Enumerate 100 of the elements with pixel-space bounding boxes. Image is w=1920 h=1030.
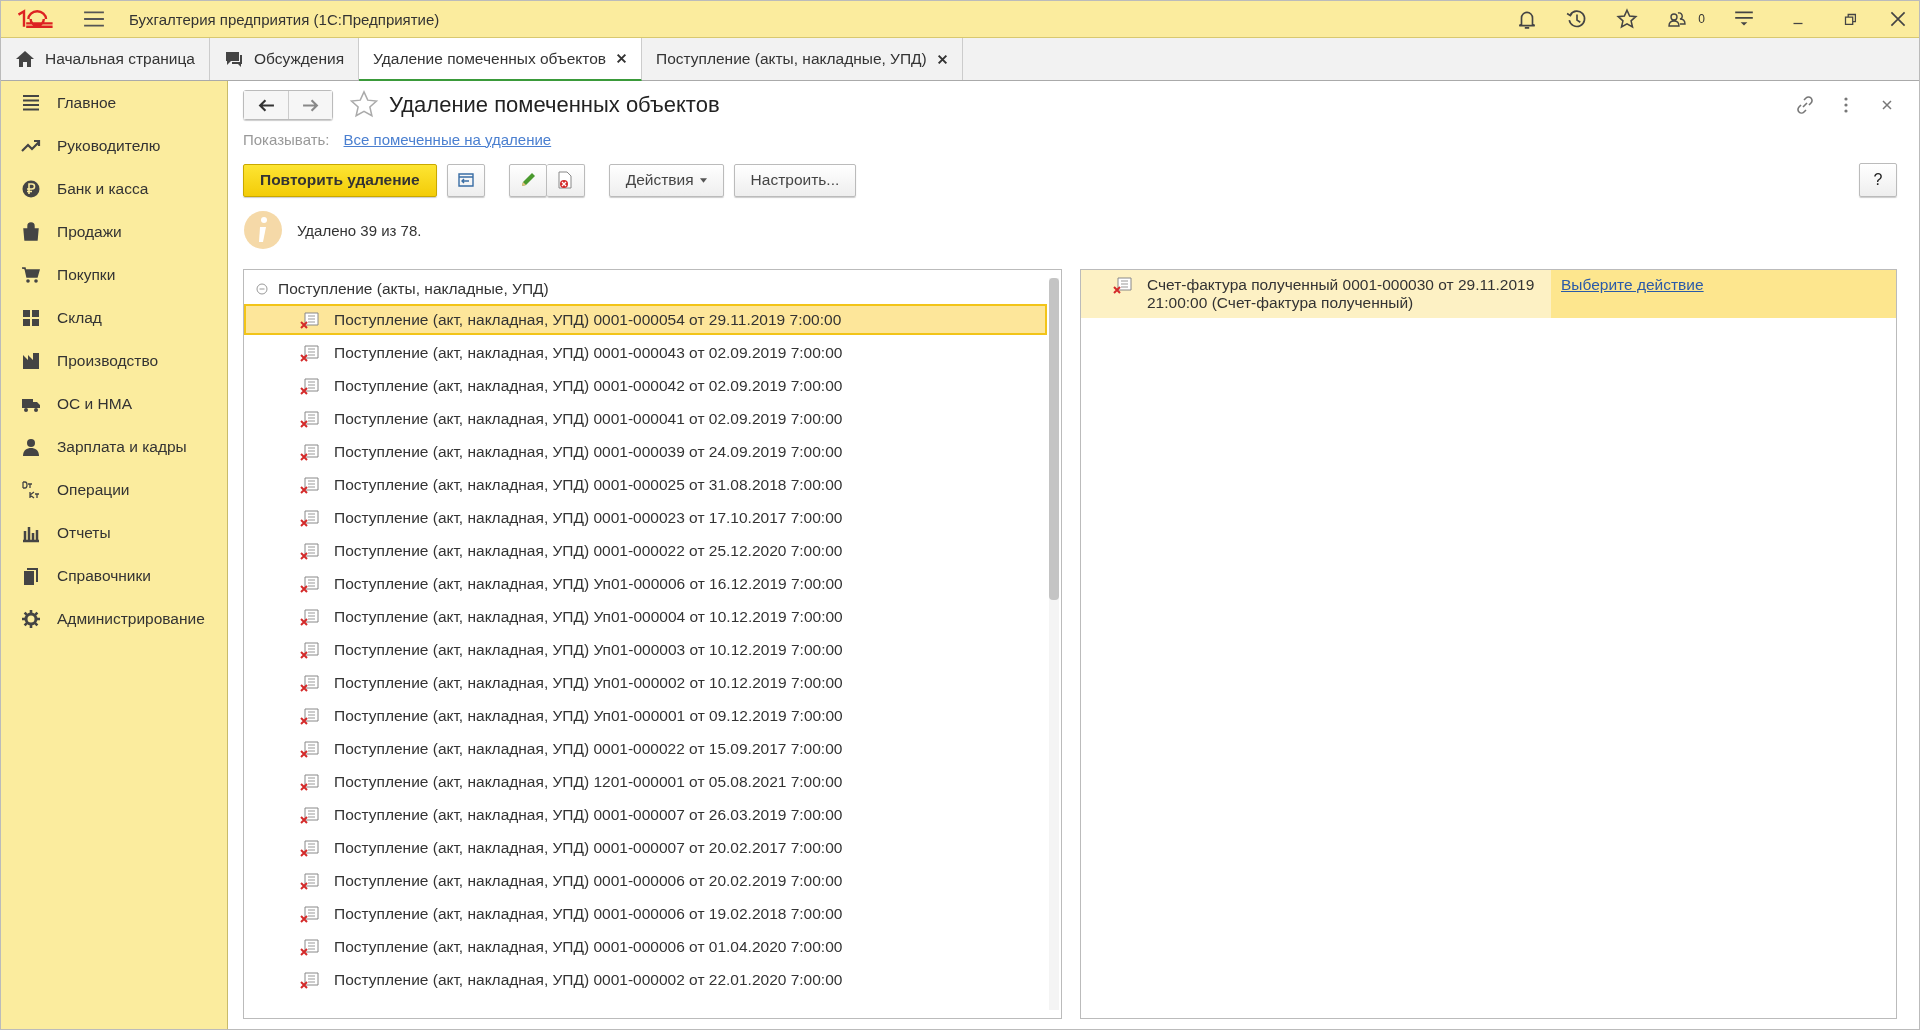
tree-row-label: Поступление (акт, накладная, УПД) 0001-000041 от 02.09.2019 7:00:00 bbox=[334, 409, 843, 428]
ruble-icon bbox=[21, 178, 41, 199]
tree-row[interactable]: Поступление (акт, накладная, УПД) 0001-000002 от 22.01.2020 7:00:00 bbox=[244, 964, 1047, 995]
delete-document-button[interactable] bbox=[546, 163, 585, 197]
tree-row-label: Поступление (акт, накладная, УПД) 0001-000022 от 15.09.2017 7:00:00 bbox=[334, 739, 843, 758]
form-title: Удаление помеченных объектов bbox=[389, 92, 720, 118]
tree-row[interactable]: Поступление (акт, накладная, УПД) Уп01-000004 от 10.12.2019 7:00:00 bbox=[244, 601, 1047, 632]
tab[interactable]: Начальная страница bbox=[1, 38, 210, 80]
tab[interactable]: Удаление помеченных объектов bbox=[359, 38, 642, 81]
document-marked-icon bbox=[300, 640, 320, 659]
tree-row[interactable]: Поступление (акт, накладная, УПД) 0001-000025 от 31.08.2018 7:00:00 bbox=[244, 469, 1047, 500]
sidebar-item[interactable]: Главное bbox=[1, 81, 227, 124]
sidebar-label: Банк и касса bbox=[57, 179, 149, 198]
document-marked-icon bbox=[300, 343, 320, 362]
document-marked-icon bbox=[300, 937, 320, 956]
document-marked-icon bbox=[300, 871, 320, 890]
tab-label: Поступление (акты, накладные, УПД) bbox=[656, 50, 927, 68]
sidebar-item[interactable]: Производство bbox=[1, 339, 227, 382]
tree-row[interactable]: Поступление (акт, накладная, УПД) Уп01-000003 от 10.12.2019 7:00:00 bbox=[244, 634, 1047, 665]
document-marked-icon bbox=[300, 970, 320, 989]
star-icon[interactable] bbox=[1616, 8, 1639, 30]
filter-link[interactable]: Все помеченные на удаление bbox=[343, 130, 552, 148]
link-icon[interactable] bbox=[1795, 95, 1815, 115]
sidebar-item[interactable]: Банк и касса bbox=[1, 167, 227, 210]
sidebar-item[interactable]: Операции bbox=[1, 468, 227, 511]
tree-row-label: Поступление (акт, накладная, УПД) Уп01-000003 от 10.12.2019 7:00:00 bbox=[334, 640, 843, 659]
choose-action-link[interactable]: Выберите действие bbox=[1561, 276, 1704, 293]
tree-row-label: Поступление (акт, накладная, УПД) 0001-000007 от 26.03.2019 7:00:00 bbox=[334, 805, 843, 824]
edit-button[interactable] bbox=[508, 163, 547, 197]
tree-row[interactable]: Поступление (акт, накладная, УПД) 0001-000023 от 17.10.2017 7:00:00 bbox=[244, 502, 1047, 533]
sidebar-item[interactable]: Отчеты bbox=[1, 511, 227, 554]
favorite-star-icon[interactable] bbox=[349, 90, 379, 120]
tree-group-label[interactable]: Поступление (акты, накладные, УПД) bbox=[278, 279, 549, 298]
tree-row[interactable]: Поступление (акт, накладная, УПД) 0001-000039 от 24.09.2019 7:00:00 bbox=[244, 436, 1047, 467]
tree-row-label: Поступление (акт, накладная, УПД) 0001-000025 от 31.08.2018 7:00:00 bbox=[334, 475, 843, 494]
sidebar-item[interactable]: Администрирование bbox=[1, 597, 227, 640]
tree-row[interactable]: Поступление (акт, накладная, УПД) 0001-000022 от 25.12.2020 7:00:00 bbox=[244, 535, 1047, 566]
sidebar-label: Главное bbox=[57, 93, 117, 112]
tree-row[interactable]: Поступление (акт, накладная, УПД) 1201-000001 от 05.08.2021 7:00:00 bbox=[244, 766, 1047, 797]
tree-row-label: Поступление (акт, накладная, УПД) 0001-000022 от 25.12.2020 7:00:00 bbox=[334, 541, 843, 560]
sidebar-item[interactable]: Зарплата и кадры bbox=[1, 425, 227, 468]
info-message: Удалено 39 из 78. bbox=[297, 221, 422, 239]
close-icon[interactable] bbox=[936, 53, 948, 65]
gear-icon bbox=[21, 608, 41, 629]
tree-row[interactable]: Поступление (акт, накладная, УПД) 0001-000054 от 29.11.2019 7:00:00 bbox=[244, 304, 1047, 335]
sidebar-item[interactable]: ОС и НМА bbox=[1, 382, 227, 425]
help-button[interactable]: ? bbox=[1859, 163, 1897, 197]
sidebar-item[interactable]: Продажи bbox=[1, 210, 227, 253]
grid-icon bbox=[21, 307, 41, 328]
tree-row[interactable]: Поступление (акт, накладная, УПД) Уп01-000006 от 16.12.2019 7:00:00 bbox=[244, 568, 1047, 599]
document-marked-icon bbox=[300, 508, 320, 527]
tree-row[interactable]: Поступление (акт, накладная, УПД) 0001-000022 от 15.09.2017 7:00:00 bbox=[244, 733, 1047, 764]
tree-row-label: Поступление (акт, накладная, УПД) 0001-000054 от 29.11.2019 7:00:00 bbox=[334, 310, 842, 329]
sidebar-item[interactable]: Справочники bbox=[1, 554, 227, 597]
debit-credit-icon bbox=[21, 479, 41, 500]
tree-row[interactable]: Поступление (акт, накладная, УПД) 0001-000006 от 01.04.2020 7:00:00 bbox=[244, 931, 1047, 962]
sidebar-label: Продажи bbox=[57, 222, 122, 241]
tree-row-label: Поступление (акт, накладная, УПД) 0001-000002 от 22.01.2020 7:00:00 bbox=[334, 970, 843, 989]
sidebar-label: ОС и НМА bbox=[57, 394, 132, 413]
sidebar-label: Отчеты bbox=[57, 523, 111, 542]
back-button[interactable] bbox=[244, 91, 288, 119]
tree-row[interactable]: Поступление (акт, накладная, УПД) 0001-000041 от 02.09.2019 7:00:00 bbox=[244, 403, 1047, 434]
tree-row[interactable]: Поступление (акт, накладная, УПД) 0001-000006 от 19.02.2018 7:00:00 bbox=[244, 898, 1047, 929]
sidebar-item[interactable]: Склад bbox=[1, 296, 227, 339]
output-list-button[interactable] bbox=[446, 163, 485, 197]
document-marked-icon bbox=[300, 673, 320, 692]
window-title: Бухгалтерия предприятия (1С:Предприятие) bbox=[129, 10, 440, 28]
tree-row-label: Поступление (акт, накладная, УПД) Уп01-000006 от 16.12.2019 7:00:00 bbox=[334, 574, 843, 593]
tree-row[interactable]: Поступление (акт, накладная, УПД) 0001-000007 от 26.03.2019 7:00:00 bbox=[244, 799, 1047, 830]
repeat-delete-button[interactable]: Повторить удаление bbox=[243, 163, 437, 197]
tab-label: Начальная страница bbox=[45, 50, 195, 68]
document-marked-icon bbox=[300, 739, 320, 758]
right-arrow-icon bbox=[302, 98, 319, 112]
factory-icon bbox=[21, 350, 41, 371]
tree-row[interactable]: Поступление (акт, накладная, УПД) Уп01-000001 от 09.12.2019 7:00:00 bbox=[244, 700, 1047, 731]
document-marked-icon bbox=[300, 310, 320, 329]
tree-row-label: Поступление (акт, накладная, УПД) 0001-000006 от 19.02.2018 7:00:00 bbox=[334, 904, 843, 923]
tree-row[interactable]: Поступление (акт, накладная, УПД) 0001-000007 от 20.02.2017 7:00:00 bbox=[244, 832, 1047, 863]
sidebar-item[interactable]: Покупки bbox=[1, 253, 227, 296]
sidebar-label: Производство bbox=[57, 351, 159, 370]
settings-button[interactable]: Настроить... bbox=[733, 163, 857, 197]
sidebar-item[interactable]: Руководителю bbox=[1, 124, 227, 167]
more-icon[interactable] bbox=[1843, 95, 1849, 115]
filter-label: Показывать: bbox=[243, 130, 330, 148]
tree-row[interactable]: Поступление (акт, накладная, УПД) 0001-000006 от 20.02.2019 7:00:00 bbox=[244, 865, 1047, 896]
tree-row-label: Поступление (акт, накладная, УПД) 0001-000042 от 02.09.2019 7:00:00 bbox=[334, 376, 843, 395]
tab[interactable]: Поступление (акты, накладные, УПД) bbox=[642, 38, 963, 80]
close-icon[interactable] bbox=[616, 53, 627, 64]
document-marked-icon bbox=[300, 772, 320, 791]
list-icon bbox=[21, 92, 41, 113]
tree-row[interactable]: Поступление (акт, накладная, УПД) 0001-000043 от 02.09.2019 7:00:00 bbox=[244, 337, 1047, 368]
tree-row[interactable]: Поступление (акт, накладная, УПД) 0001-000042 от 02.09.2019 7:00:00 bbox=[244, 370, 1047, 401]
books-icon bbox=[21, 565, 41, 586]
scrollbar[interactable] bbox=[1049, 278, 1059, 1010]
document-marked-icon bbox=[300, 607, 320, 626]
actions-button[interactable]: Действия bbox=[608, 163, 724, 197]
window-arrow-icon bbox=[455, 170, 476, 190]
tree-row-label: Поступление (акт, накладная, УПД) 0001-000006 от 20.02.2019 7:00:00 bbox=[334, 871, 843, 890]
document-marked-icon bbox=[300, 574, 320, 593]
tree-row[interactable]: Поступление (акт, накладная, УПД) Уп01-000002 от 10.12.2019 7:00:00 bbox=[244, 667, 1047, 698]
